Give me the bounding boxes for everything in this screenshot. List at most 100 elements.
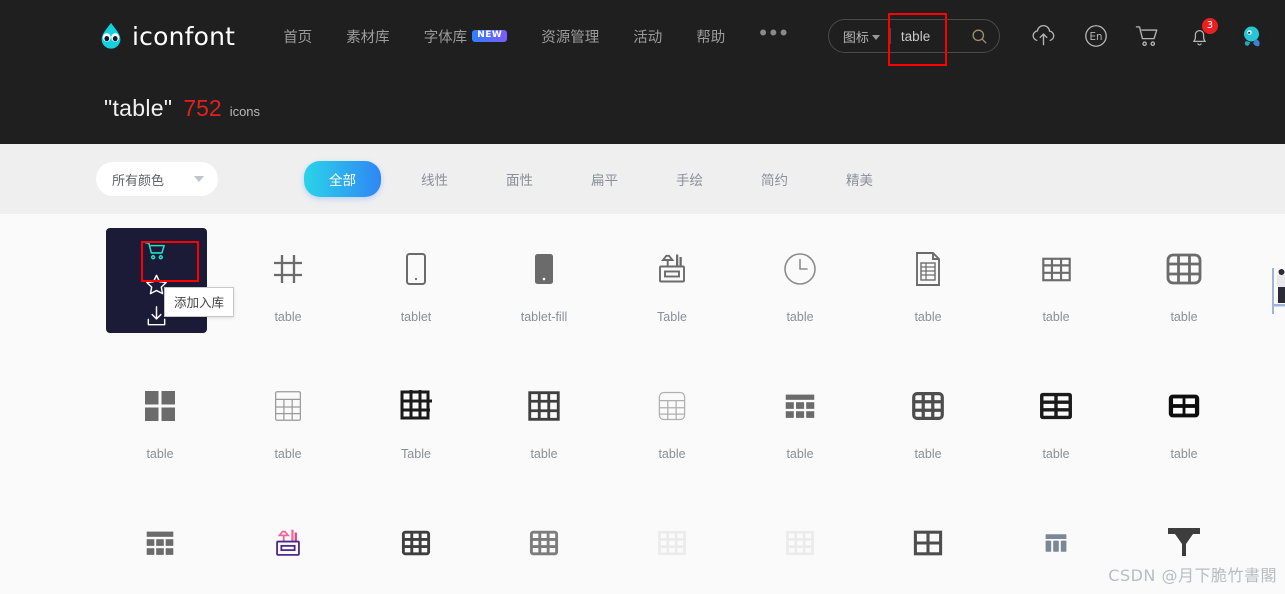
table-header-fill-icon [736,369,864,443]
color-filter-dropdown[interactable]: 所有颜色 [96,162,218,196]
table-rounded-fill-icon [864,369,992,443]
icon-card[interactable]: tablet [352,232,480,369]
icon-grid-area: table [0,214,1285,594]
icon-card[interactable]: table [608,369,736,506]
icon-card[interactable]: table [736,232,864,369]
main-nav: 首页 素材库 字体库 NEW 资源管理 活动 帮助 ••• [283,0,820,72]
query-text: "table" [104,94,173,121]
icon-card[interactable]: table [992,369,1120,506]
icon-card[interactable]: table [1120,232,1248,369]
search-submit-button[interactable] [963,20,997,52]
csdn-watermark: CSDN @月下脆竹書閣 [1108,566,1277,585]
icon-card[interactable]: tablet-fill [480,232,608,369]
table-quad-icon [864,506,992,580]
document-list-icon [864,232,992,306]
icon-label: table [658,447,686,461]
icon-label: table [914,310,942,324]
icon-card[interactable]: Table [608,232,736,369]
table-bold-fill-icon [1120,369,1248,443]
icon-card[interactable] [864,506,992,594]
nav-item-home[interactable]: 首页 [283,26,312,47]
icon-card[interactable]: table [992,232,1120,369]
user-avatar-button[interactable] [1232,16,1272,56]
icon-grid: table [96,214,1285,594]
tablet-outline-icon [352,232,480,306]
top-header: iconfont 首页 素材库 字体库 NEW 资源管理 活动 帮助 ••• 图… [0,0,1285,72]
upload-button[interactable] [1024,16,1064,56]
icon-label: table [1170,310,1198,324]
search-result-title-band: "table" 752 icons [0,72,1285,144]
desk-lamp-color-icon [224,506,352,580]
new-badge: NEW [472,29,508,43]
table-dark-grid-icon [480,369,608,443]
tablet-filled-icon [480,232,608,306]
notifications-button[interactable]: 3 [1180,16,1220,56]
tab-linear[interactable]: 线性 [403,162,466,196]
nav-item-resource-management[interactable]: 资源管理 [541,26,599,47]
table-small-grid-icon [992,232,1120,306]
nav-item-fonts[interactable]: 字体库 NEW [424,26,508,47]
tab-simple[interactable]: 简约 [743,162,806,196]
table-two-col-icon [992,369,1120,443]
icon-card[interactable] [480,506,608,594]
table-light-round-icon [608,369,736,443]
upload-cloud-icon [1030,24,1057,49]
icon-label: table [1042,447,1070,461]
result-unit: icons [229,103,261,119]
table-header-fill-icon [96,506,224,580]
chevron-down-icon [194,176,204,182]
tab-exquisite[interactable]: 精美 [828,162,891,196]
clock-icon [736,232,864,306]
tab-handdrawn[interactable]: 手绘 [658,162,721,196]
icon-label: table [786,310,814,324]
nav-label: 资源管理 [541,29,600,46]
tab-filled[interactable]: 面性 [488,162,551,196]
cart-button[interactable] [1128,16,1168,56]
color-filter-value: 所有颜色 [112,172,165,188]
icon-label: Table [657,310,687,324]
notification-badge: 3 [1201,18,1218,34]
icon-card[interactable] [224,506,352,594]
icon-label: table [146,447,174,461]
icon-card[interactable]: table [480,369,608,506]
table-dark-grid-icon [352,506,480,580]
icon-label: table [1170,447,1198,461]
icon-card[interactable]: table [96,369,224,506]
icon-card[interactable] [352,506,480,594]
action-tooltip: 添加入库 [164,287,235,317]
icon-card[interactable]: table [224,232,352,369]
icon-card[interactable]: table [736,369,864,506]
header-action-icons: En 3 [1024,16,1272,56]
icon-card[interactable] [96,506,224,594]
search-result-title: "table" 752 icons [104,95,260,122]
nav-label: 帮助 [696,29,726,46]
icon-card[interactable]: table [864,369,992,506]
language-en-icon: En [1083,23,1109,49]
icon-card-clipped[interactable] [1272,268,1285,328]
icon-card[interactable]: Table [352,369,480,506]
nav-item-help[interactable]: 帮助 [696,26,725,47]
add-to-library-button[interactable] [106,235,207,268]
tab-all[interactable]: 全部 [304,161,381,197]
nav-more-button[interactable]: ••• [759,22,790,44]
icon-card[interactable]: table [1120,369,1248,506]
nav-item-activities[interactable]: 活动 [633,26,662,47]
icon-card-hovered[interactable]: table [96,228,235,369]
search-category-dropdown[interactable]: 图标 [843,27,880,46]
site-logo[interactable]: iconfont [96,0,235,72]
magnifier-icon [970,27,989,46]
icon-card[interactable] [992,506,1120,594]
language-toggle-button[interactable]: En [1076,16,1116,56]
icon-card[interactable]: table [224,369,352,506]
icon-label: table [1042,310,1070,324]
icon-card[interactable] [736,506,864,594]
search-input[interactable] [900,28,963,44]
icon-card[interactable]: table [864,232,992,369]
result-count: 752 [183,94,222,121]
tab-flat[interactable]: 扁平 [573,162,636,196]
table-columns-icon [992,506,1120,580]
icon-card[interactable] [608,506,736,594]
icon-label: table [786,447,814,461]
nav-item-materials[interactable]: 素材库 [346,26,390,47]
table-thin-outline-icon [224,369,352,443]
